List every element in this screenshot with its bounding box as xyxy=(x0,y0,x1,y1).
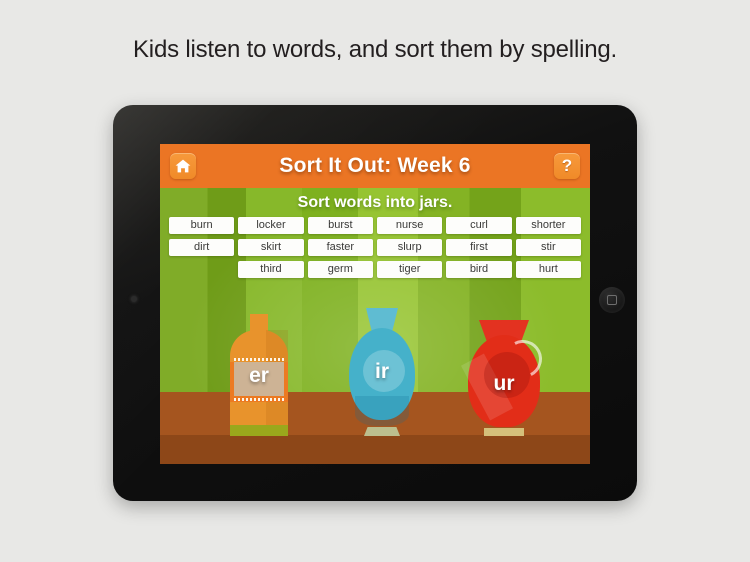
jar-ur-text: ur xyxy=(493,372,515,395)
word-tile[interactable]: dirt xyxy=(169,239,235,256)
word-tile[interactable]: nurse xyxy=(377,217,443,234)
jar-ir-text: ir xyxy=(374,360,389,383)
word-tile[interactable]: faster xyxy=(307,239,373,256)
word-tile[interactable]: shorter xyxy=(515,217,581,234)
app-header: Sort It Out: Week 6 ? xyxy=(160,144,590,189)
jar-er-stitch-top xyxy=(234,358,284,361)
jar-ir-shading xyxy=(355,396,409,426)
word-tile[interactable]: bird xyxy=(446,261,512,278)
home-button-icon[interactable] xyxy=(599,287,625,313)
word-tile[interactable]: hurt xyxy=(515,261,581,278)
caption-text: Kids listen to words, and sort them by s… xyxy=(133,36,617,63)
word-tile[interactable]: burst xyxy=(307,217,373,234)
word-tile[interactable]: skirt xyxy=(238,239,304,256)
help-button[interactable]: ? xyxy=(554,153,580,179)
jar-er-stitch-bottom xyxy=(234,398,284,401)
jar-ur[interactable]: ur xyxy=(460,320,547,436)
word-tile-placeholder xyxy=(169,261,234,278)
word-tile[interactable]: tiger xyxy=(377,261,443,278)
question-mark-icon: ? xyxy=(561,156,573,175)
word-tile[interactable]: stir xyxy=(515,239,581,256)
word-tile-grid: burn locker burst nurse curl shorter dir… xyxy=(169,217,581,278)
jar-er-foot xyxy=(230,425,288,436)
app-screen: Sort It Out: Week 6 ? Sort words into ja… xyxy=(160,144,590,464)
play-area: Sort words into jars. burn locker burst … xyxy=(160,188,590,464)
word-tile[interactable]: burn xyxy=(169,217,235,234)
shelf-front xyxy=(160,435,590,464)
jar-ir[interactable]: ir xyxy=(349,308,415,436)
word-tile[interactable]: curl xyxy=(446,217,512,234)
instruction-text: Sort words into jars. xyxy=(297,194,453,211)
word-tile[interactable]: locker xyxy=(238,217,304,234)
jar-ur-base xyxy=(484,428,524,436)
page-title: Sort It Out: Week 6 xyxy=(279,154,471,177)
jar-er-text: er xyxy=(249,364,269,387)
jar-er[interactable]: er xyxy=(228,314,290,436)
word-tile[interactable]: slurp xyxy=(377,239,443,256)
jar-row: er ir ur xyxy=(160,296,590,436)
word-tile[interactable]: third xyxy=(238,261,304,278)
jar-ir-base xyxy=(364,427,400,436)
tablet-device: Sort It Out: Week 6 ? Sort words into ja… xyxy=(113,105,637,501)
word-tile[interactable]: germ xyxy=(307,261,373,278)
camera-icon xyxy=(131,296,137,302)
word-tile[interactable]: first xyxy=(446,239,512,256)
